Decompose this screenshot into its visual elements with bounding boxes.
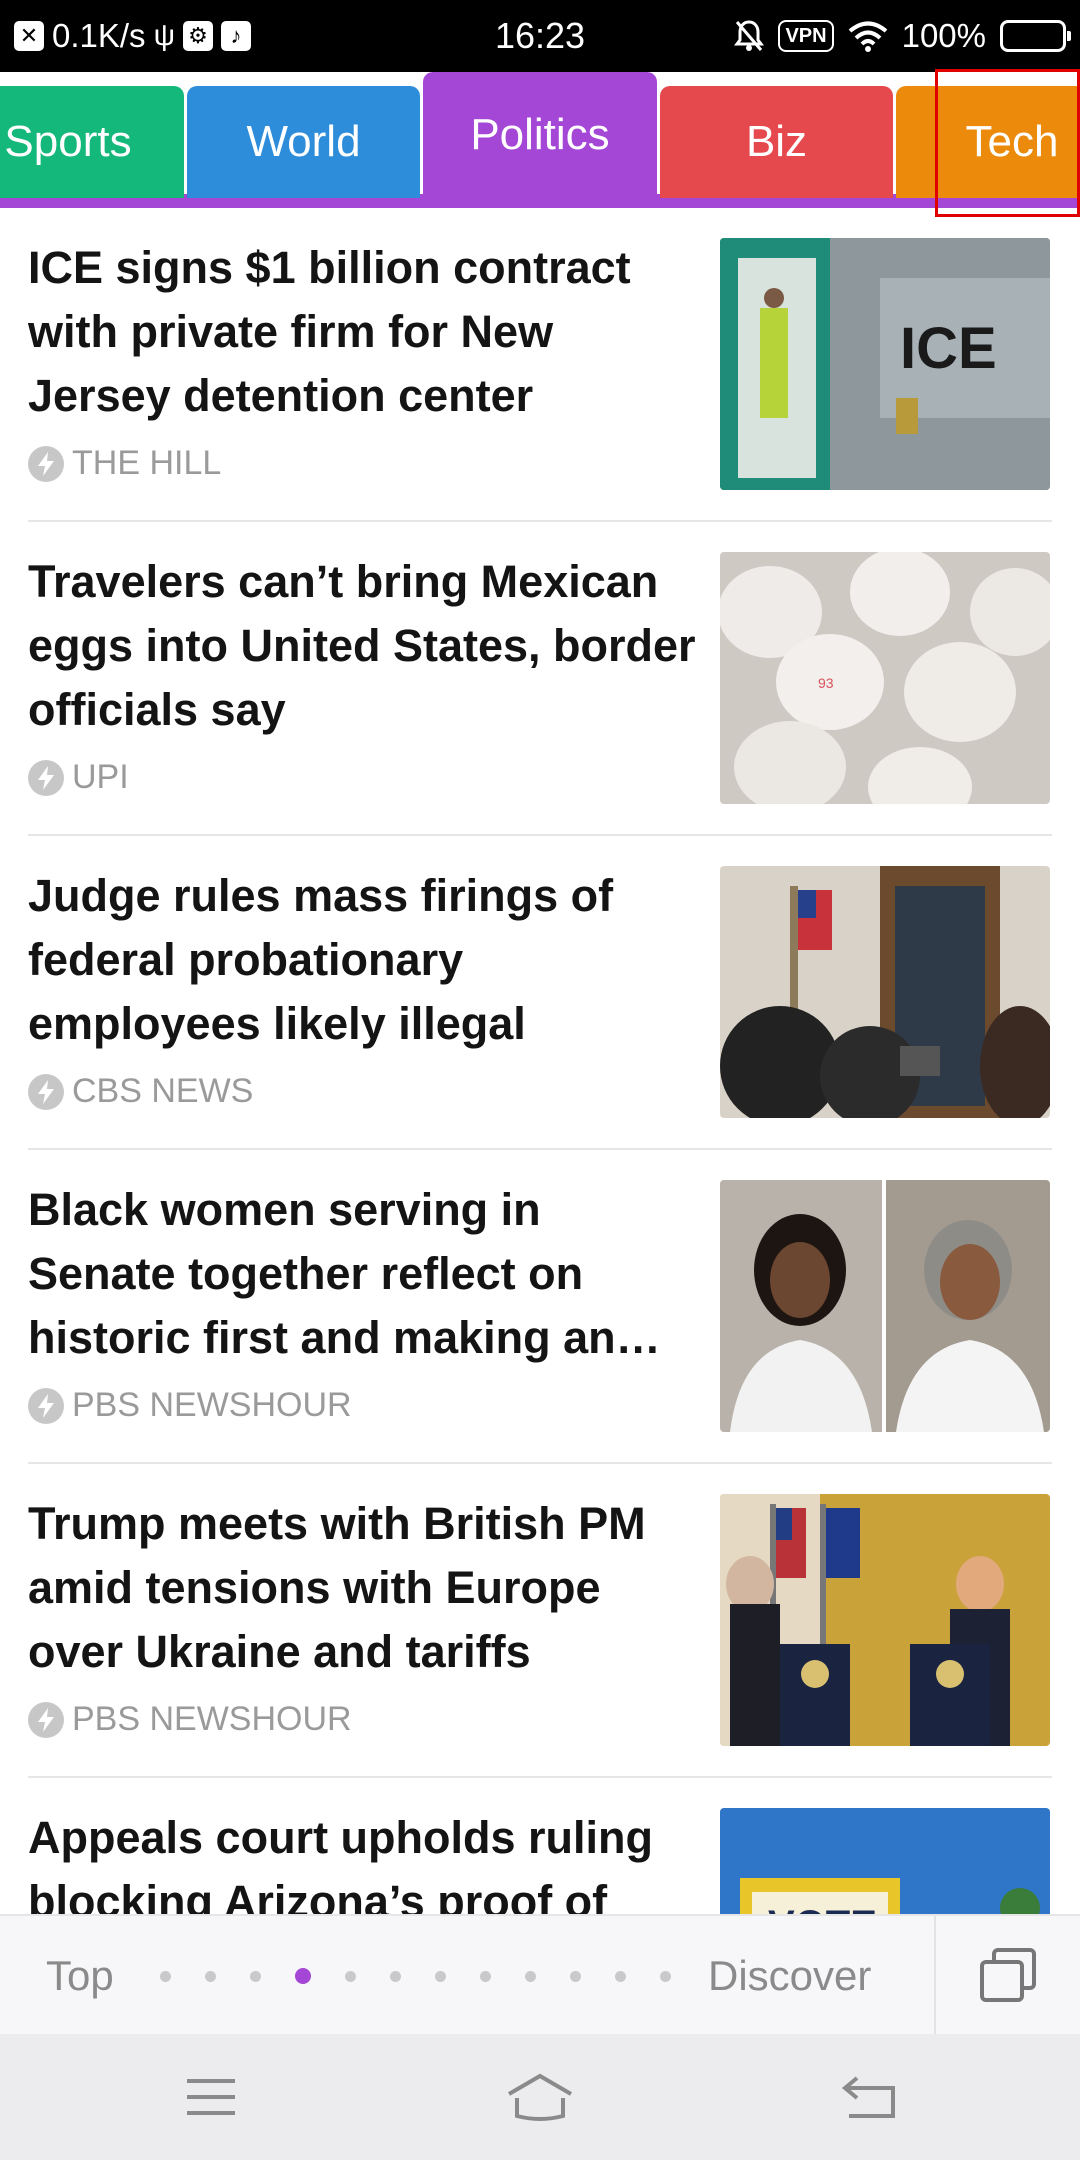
page-dot xyxy=(250,1970,261,1982)
ice-sign-text: ICE xyxy=(900,316,997,381)
lightning-icon xyxy=(28,1073,64,1110)
vpn-badge: VPN xyxy=(778,20,834,52)
page-dot xyxy=(570,1970,581,1982)
article-headline[interactable]: Trump meets with British PM amid tension… xyxy=(28,1492,700,1684)
article-source: PBS NEWSHOUR xyxy=(28,1700,352,1739)
article-thumbnail[interactable]: 93 xyxy=(720,552,1050,804)
discover-button[interactable]: Discover xyxy=(708,1916,871,2036)
status-bar: ✕ 0.1K/s ψ ⚙ ♪ 16:23 VPN 100% xyxy=(0,0,1080,72)
top-button[interactable]: Top xyxy=(46,1916,114,2036)
article-headline[interactable]: ICE signs $1 billion contract with priva… xyxy=(28,236,700,428)
page-dot xyxy=(480,1970,491,1982)
windows-icon xyxy=(980,1948,1036,2002)
egg-stamp-text: 93 xyxy=(818,675,834,691)
article-headline[interactable]: Appeals court upholds ruling blocking Ar… xyxy=(28,1806,700,1914)
home-icon xyxy=(507,2073,573,2121)
article-source: THE HILL xyxy=(28,444,221,483)
page-dot xyxy=(205,1970,216,1982)
divider xyxy=(934,1916,936,2036)
tabs-overview-button[interactable] xyxy=(968,1940,1048,2012)
category-tabs: Sports World Politics Biz Tech xyxy=(0,72,1080,208)
lightning-icon xyxy=(28,759,64,796)
source-name: PBS NEWSHOUR xyxy=(72,1700,352,1738)
article-headline[interactable]: Travelers can’t bring Mexican eggs into … xyxy=(28,550,700,742)
mute-bell-icon xyxy=(734,20,765,51)
article-item[interactable]: Black women serving in Senate together r… xyxy=(0,1150,1080,1464)
article-thumbnail[interactable] xyxy=(720,1494,1050,1746)
vote-sign-text: VOTE xyxy=(768,1903,877,1914)
article-source: UPI xyxy=(28,758,129,797)
source-name: UPI xyxy=(72,758,129,796)
page-dot xyxy=(660,1970,671,1982)
wifi-icon xyxy=(848,21,887,52)
status-right: VPN 100% xyxy=(734,0,1071,72)
page-dot xyxy=(345,1970,356,1982)
tab-world[interactable]: World xyxy=(187,86,420,198)
article-thumbnail[interactable]: VOTE xyxy=(720,1808,1050,1914)
battery-percent: 100% xyxy=(901,17,986,54)
article-item[interactable]: Judge rules mass firings of federal prob… xyxy=(0,836,1080,1150)
page-dot xyxy=(390,1970,401,1982)
article-thumbnail[interactable]: ICE xyxy=(720,238,1050,490)
menu-icon xyxy=(187,2079,235,2115)
lightning-icon xyxy=(28,445,64,482)
lightning-icon xyxy=(28,1701,64,1738)
article-source: PBS NEWSHOUR xyxy=(28,1386,352,1425)
article-source: CBS NEWS xyxy=(28,1072,253,1111)
back-button[interactable] xyxy=(829,2062,909,2132)
page-indicator xyxy=(160,1916,671,2036)
source-name: THE HILL xyxy=(72,444,222,482)
system-navigation xyxy=(0,2034,1080,2160)
page-dot xyxy=(525,1970,536,1982)
article-thumbnail[interactable] xyxy=(720,866,1050,1118)
article-headline[interactable]: Judge rules mass firings of federal prob… xyxy=(28,864,700,1056)
article-item[interactable]: Travelers can’t bring Mexican eggs into … xyxy=(0,522,1080,836)
home-button[interactable] xyxy=(500,2062,580,2132)
page-dot xyxy=(160,1970,171,1982)
source-name: PBS NEWSHOUR xyxy=(72,1386,352,1424)
news-feed[interactable]: ICE signs $1 billion contract with priva… xyxy=(0,208,1080,1914)
article-item[interactable]: ICE signs $1 billion contract with priva… xyxy=(0,208,1080,522)
page-dot-active xyxy=(295,1968,311,1984)
battery-icon xyxy=(1000,20,1071,52)
article-item[interactable]: Trump meets with British PM amid tension… xyxy=(0,1464,1080,1778)
back-icon xyxy=(841,2076,895,2118)
article-thumbnail[interactable] xyxy=(720,1180,1050,1432)
page-dot xyxy=(435,1970,446,1982)
lightning-icon xyxy=(28,1387,64,1424)
page-dot xyxy=(615,1970,626,1982)
menu-button[interactable] xyxy=(171,2062,251,2132)
article-headline[interactable]: Black women serving in Senate together r… xyxy=(28,1178,700,1370)
article-item[interactable]: Appeals court upholds ruling blocking Ar… xyxy=(0,1778,1080,1914)
tab-tech[interactable]: Tech xyxy=(896,86,1080,198)
bottom-bar: Top Discover xyxy=(0,1914,1080,2036)
tab-biz[interactable]: Biz xyxy=(660,86,893,198)
source-name: CBS NEWS xyxy=(72,1072,254,1110)
tab-sports[interactable]: Sports xyxy=(0,86,184,198)
tab-politics[interactable]: Politics xyxy=(423,72,657,198)
